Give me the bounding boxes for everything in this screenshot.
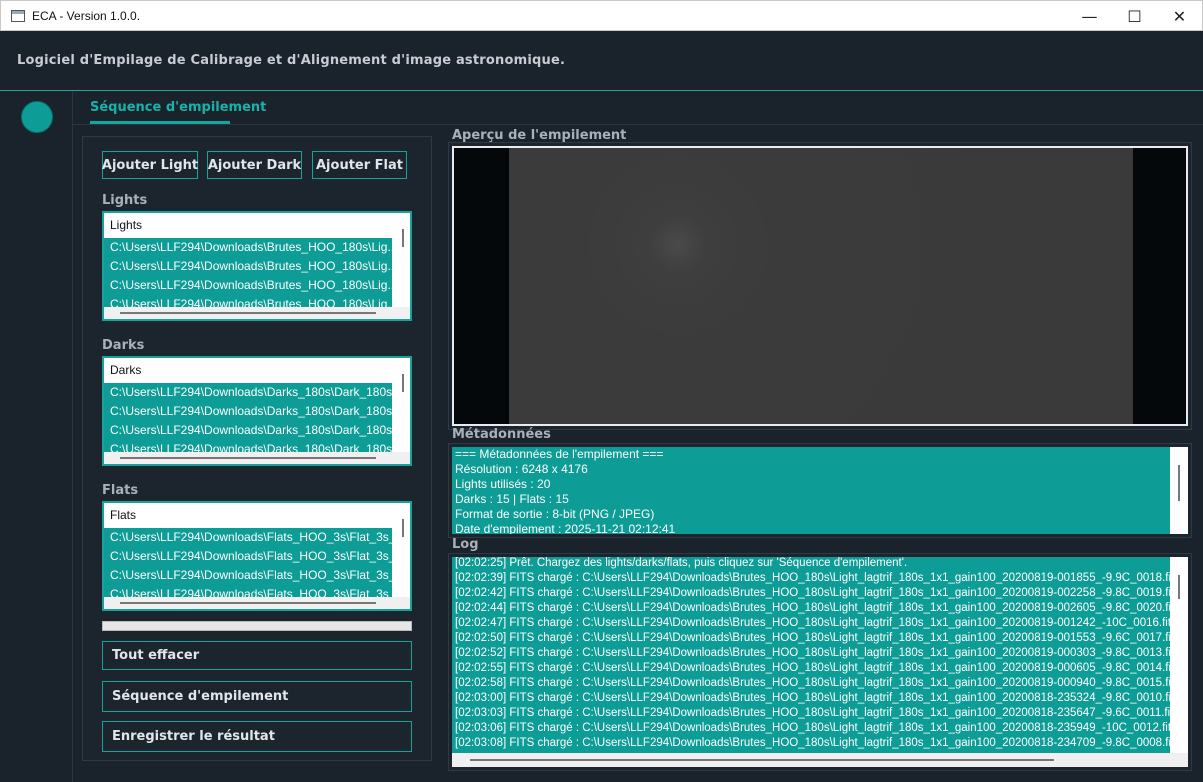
list-item[interactable]: C:\Users\LLF294\Downloads\Brutes_HOO_180… (104, 276, 392, 295)
app-subtitle: Logiciel d'Empilage de Calibrage et d'Al… (17, 53, 566, 68)
stacked-image (509, 148, 1133, 424)
add-flat-button[interactable]: Ajouter Flat (312, 151, 407, 179)
horizontal-scrollbar[interactable] (120, 457, 376, 459)
app-header: Logiciel d'Empilage de Calibrage et d'Al… (0, 31, 1203, 91)
nav-circle-icon[interactable] (21, 101, 53, 133)
close-icon[interactable]: ✕ (1157, 1, 1202, 31)
list-item[interactable]: C:\Users\LLF294\Downloads\Flats_HOO_3s\F… (104, 547, 392, 566)
side-rail (0, 91, 73, 782)
add-light-button[interactable]: Ajouter Light (102, 151, 198, 179)
clear-all-button[interactable]: Tout effacer (102, 641, 412, 670)
metadata-line: Darks : 15 | Flats : 15 (455, 492, 569, 506)
horizontal-scrollbar[interactable] (120, 312, 376, 314)
metadata-line: Résolution : 6248 x 4176 (455, 462, 588, 476)
metadata-text[interactable]: === Métadonnées de l'empilement === Réso… (452, 447, 1188, 534)
list-item[interactable]: C:\Users\LLF294\Downloads\Darks_180s\Dar… (104, 402, 392, 421)
flats-list-header: Flats (104, 503, 396, 527)
list-item[interactable]: C:\Users\LLF294\Downloads\Brutes_HOO_180… (104, 257, 392, 276)
log-line: [02:02:44] FITS chargé : C:\Users\LLF294… (455, 602, 1188, 614)
progress-bar (102, 621, 412, 631)
log-line: [02:02:47] FITS chargé : C:\Users\LLF294… (455, 617, 1185, 629)
log-line: [02:02:25] Prêt. Chargez des lights/dark… (455, 557, 908, 569)
list-item[interactable]: C:\Users\LLF294\Downloads\Darks_180s\Dar… (104, 421, 392, 440)
minimize-icon[interactable]: — (1067, 1, 1112, 31)
metadata-line: Format de sortie : 8-bit (PNG / JPEG) (455, 507, 655, 521)
flats-list[interactable]: Flats C:\Users\LLF294\Downloads\Flats_HO… (102, 501, 412, 611)
metadata-line: === Métadonnées de l'empilement === (455, 447, 664, 461)
darks-list[interactable]: Darks C:\Users\LLF294\Downloads\Darks_18… (102, 356, 412, 466)
metadata-line: Date d'empilement : 2025-11-21 02:12:41 (455, 522, 676, 534)
log-line: [02:02:58] FITS chargé : C:\Users\LLF294… (455, 677, 1188, 689)
horizontal-scrollbar[interactable] (120, 602, 376, 604)
lights-list-header: Lights (104, 213, 396, 237)
log-line: [02:03:03] FITS chargé : C:\Users\LLF294… (455, 707, 1187, 719)
log-line: [02:02:39] FITS chargé : C:\Users\LLF294… (455, 572, 1188, 584)
metadata-title: Métadonnées (452, 427, 551, 442)
metadata-line: Lights utilisés : 20 (455, 477, 551, 491)
darks-list-header: Darks (104, 358, 396, 382)
list-item[interactable]: C:\Users\LLF294\Downloads\Brutes_HOO_180… (104, 238, 392, 257)
window-titlebar: ECA - Version 1.0.0. — ☐ ✕ (0, 0, 1203, 31)
horizontal-scrollbar[interactable] (470, 759, 1054, 761)
vertical-scrollbar[interactable] (402, 229, 404, 247)
log-text[interactable]: [02:02:25] Prêt. Chargez des lights/dark… (452, 557, 1188, 767)
log-line: [02:03:06] FITS chargé : C:\Users\LLF294… (455, 722, 1185, 734)
vertical-scrollbar[interactable] (402, 374, 404, 392)
list-item[interactable]: C:\Users\LLF294\Downloads\Darks_180s\Dar… (104, 383, 392, 402)
vertical-scrollbar[interactable] (402, 519, 404, 537)
tab-stacking-sequence[interactable]: Séquence d'empilement (90, 100, 266, 115)
vertical-scrollbar[interactable] (1178, 575, 1180, 599)
preview-title: Aperçu de l'empilement (452, 128, 627, 143)
stack-sequence-button[interactable]: Séquence d'empilement (102, 681, 412, 712)
log-line: [02:03:00] FITS chargé : C:\Users\LLF294… (455, 692, 1188, 704)
log-line: [02:02:55] FITS chargé : C:\Users\LLF294… (455, 662, 1188, 674)
lights-label: Lights (102, 193, 148, 208)
app-icon (11, 10, 25, 22)
vertical-scrollbar[interactable] (1178, 465, 1180, 501)
log-line: [02:02:50] FITS chargé : C:\Users\LLF294… (455, 632, 1188, 644)
log-title: Log (452, 537, 479, 552)
maximize-icon[interactable]: ☐ (1112, 1, 1157, 31)
log-line: [02:03:08] FITS chargé : C:\Users\LLF294… (455, 737, 1188, 749)
log-line: [02:02:52] FITS chargé : C:\Users\LLF294… (455, 647, 1188, 659)
lights-list[interactable]: Lights C:\Users\LLF294\Downloads\Brutes_… (102, 211, 412, 321)
window-title: ECA - Version 1.0.0. (32, 9, 141, 23)
flats-label: Flats (102, 483, 139, 498)
tab-divider (73, 124, 1203, 125)
save-result-button[interactable]: Enregistrer le résultat (102, 721, 412, 752)
list-item[interactable]: C:\Users\LLF294\Downloads\Flats_HOO_3s\F… (104, 528, 392, 547)
log-line: [02:02:42] FITS chargé : C:\Users\LLF294… (455, 587, 1188, 599)
darks-label: Darks (102, 338, 145, 353)
list-item[interactable]: C:\Users\LLF294\Downloads\Flats_HOO_3s\F… (104, 566, 392, 585)
add-dark-button[interactable]: Ajouter Dark (207, 151, 302, 179)
